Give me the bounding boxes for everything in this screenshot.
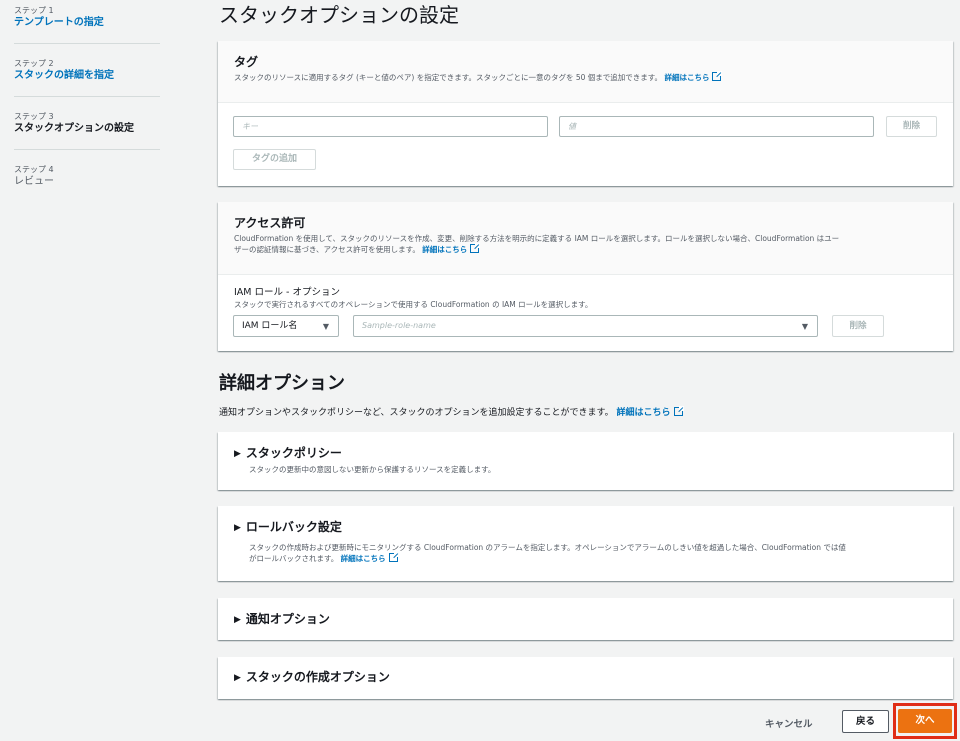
rollback-config-header[interactable]: ▶ ロールバック設定 — [234, 519, 342, 536]
caret-down-icon: ▼ — [322, 322, 329, 331]
wizard-sidebar: ステップ 1 テンプレートの指定 ステップ 2 スタックの詳細を指定 ステップ … — [0, 0, 160, 741]
rollback-config-title[interactable]: ロールバック設定 — [246, 520, 342, 534]
advanced-options-description: 通知オプションやスタックポリシーなど、スタックのオプションを追加設定することがで… — [219, 406, 684, 419]
learn-more-link[interactable]: 詳細はこちら — [617, 406, 684, 418]
iam-role-description: スタックで実行されるすべてのオペレーションで使用する CloudFormatio… — [234, 300, 593, 309]
back-button[interactable]: 戻る — [842, 710, 889, 733]
notification-options-header[interactable]: ▶ 通知オプション — [234, 611, 330, 628]
iam-role-type-value: IAM ロール名 — [242, 321, 298, 331]
step-number: ステップ 3 — [14, 112, 54, 121]
rollback-config-panel[interactable]: ▶ ロールバック設定 スタックの作成時および更新時にモニタリングする CloudF… — [218, 506, 953, 581]
page-title: スタックオプションの設定 — [219, 3, 459, 27]
permissions-desc-line2: ザーの認証情報に基づき、アクセス許可を使用します。 — [234, 245, 420, 254]
external-link-icon — [712, 71, 723, 81]
sidebar-step-4: ステップ 4 レビュー — [14, 164, 160, 189]
learn-more-label[interactable]: 詳細はこちら — [617, 408, 671, 418]
tag-value-placeholder: 値 — [568, 122, 576, 131]
tags-description: スタックのリソースに適用するタグ (キーと値のペア) を指定できます。スタックご… — [234, 71, 937, 83]
sidebar-step-2[interactable]: ステップ 2 スタックの詳細を指定 — [14, 58, 160, 83]
stack-creation-options-title[interactable]: スタックの作成オプション — [246, 670, 390, 684]
advanced-options-title: 詳細オプション — [219, 373, 345, 394]
cancel-button[interactable]: キャンセル — [765, 716, 813, 730]
next-button[interactable]: 次へ — [898, 709, 952, 733]
sidebar-step-1[interactable]: ステップ 1 テンプレートの指定 — [14, 5, 160, 30]
step-title-current: スタックオプションの設定 — [14, 123, 134, 134]
permissions-panel-header: アクセス許可 CloudFormation を使用して、スタックのリソースを作成… — [218, 202, 953, 275]
rollback-config-description: スタックの作成時および更新時にモニタリングする CloudFormation の… — [249, 542, 846, 564]
iam-role-type-select[interactable]: IAM ロール名 ▼ — [233, 315, 339, 337]
divider — [14, 96, 160, 97]
stack-policy-description: スタックの更新中の意図しない更新から保護するリソースを定義します。 — [249, 465, 496, 474]
step-title-disabled: レビュー — [14, 176, 54, 187]
learn-more-label[interactable]: 詳細はこちら — [664, 73, 709, 82]
sidebar-step-3: ステップ 3 スタックオプションの設定 — [14, 111, 160, 136]
tags-desc-text: スタックのリソースに適用するタグ (キーと値のペア) を指定できます。スタックご… — [234, 73, 663, 82]
tags-panel-header: タグ スタックのリソースに適用するタグ (キーと値のペア) を指定できます。スタ… — [218, 41, 953, 103]
external-link-icon — [388, 552, 399, 562]
tag-key-placeholder: キー — [242, 122, 258, 131]
rollback-desc-line1: スタックの作成時および更新時にモニタリングする CloudFormation の… — [249, 543, 846, 552]
tags-panel: タグ スタックのリソースに適用するタグ (キーと値のペア) を指定できます。スタ… — [218, 41, 953, 186]
caret-down-icon: ▼ — [801, 322, 808, 331]
stack-policy-header[interactable]: ▶ スタックポリシー — [234, 445, 342, 462]
rollback-desc-line2-wrap: がロールバックされます。 詳細はこちら — [249, 552, 846, 564]
divider — [14, 149, 160, 150]
remove-role-button[interactable]: 削除 — [832, 315, 884, 337]
external-link-icon — [470, 243, 481, 253]
expand-triangle-icon: ▶ — [234, 673, 241, 683]
notification-options-title[interactable]: 通知オプション — [246, 612, 330, 626]
step-title-link[interactable]: スタックの詳細を指定 — [14, 69, 160, 83]
permissions-panel: アクセス許可 CloudFormation を使用して、スタックのリソースを作成… — [218, 202, 953, 351]
iam-role-name-placeholder: Sample-role-name — [362, 321, 436, 330]
stack-creation-options-panel[interactable]: ▶ スタックの作成オプション — [218, 657, 953, 699]
external-link-icon — [673, 406, 684, 416]
expand-triangle-icon: ▶ — [234, 523, 241, 533]
expand-triangle-icon: ▶ — [234, 449, 241, 459]
remove-tag-button[interactable]: 削除 — [886, 116, 937, 137]
rollback-desc-line2: がロールバックされます。 — [249, 554, 339, 563]
stack-policy-title[interactable]: スタックポリシー — [246, 446, 342, 460]
iam-role-label: IAM ロール - オプション — [234, 287, 340, 298]
stack-policy-panel[interactable]: ▶ スタックポリシー スタックの更新中の意図しない更新から保護するリソースを定義し… — [218, 432, 953, 490]
tag-value-input[interactable]: 値 — [559, 116, 874, 137]
permissions-desc-line2-wrap: ザーの認証情報に基づき、アクセス許可を使用します。 詳細はこちら — [234, 243, 937, 255]
step-number: ステップ 1 — [14, 6, 54, 15]
advanced-desc-text: 通知オプションやスタックポリシーなど、スタックのオプションを追加設定することがで… — [219, 408, 614, 418]
permissions-title: アクセス許可 — [234, 216, 306, 230]
step-title-link[interactable]: テンプレートの指定 — [14, 16, 160, 30]
permissions-desc-line1: CloudFormation を使用して、スタックのリソースを作成、変更、削除す… — [234, 234, 840, 243]
iam-role-name-select[interactable]: Sample-role-name ▼ — [353, 315, 818, 337]
divider — [14, 43, 160, 44]
learn-more-link[interactable]: 詳細はこちら — [422, 243, 481, 254]
learn-more-link[interactable]: 詳細はこちら — [341, 552, 399, 563]
learn-more-label[interactable]: 詳細はこちら — [422, 245, 467, 254]
step-number: ステップ 2 — [14, 59, 54, 68]
learn-more-label[interactable]: 詳細はこちら — [341, 554, 386, 563]
tags-title: タグ — [234, 55, 259, 69]
step-number: ステップ 4 — [14, 165, 54, 174]
learn-more-link[interactable]: 詳細はこちら — [664, 71, 723, 82]
stack-creation-options-header[interactable]: ▶ スタックの作成オプション — [234, 669, 390, 686]
permissions-description: CloudFormation を使用して、スタックのリソースを作成、変更、削除す… — [234, 233, 937, 255]
expand-triangle-icon: ▶ — [234, 615, 241, 625]
notification-options-panel[interactable]: ▶ 通知オプション — [218, 598, 953, 640]
tag-key-input[interactable]: キー — [233, 116, 548, 137]
add-tag-button[interactable]: タグの追加 — [233, 149, 316, 170]
